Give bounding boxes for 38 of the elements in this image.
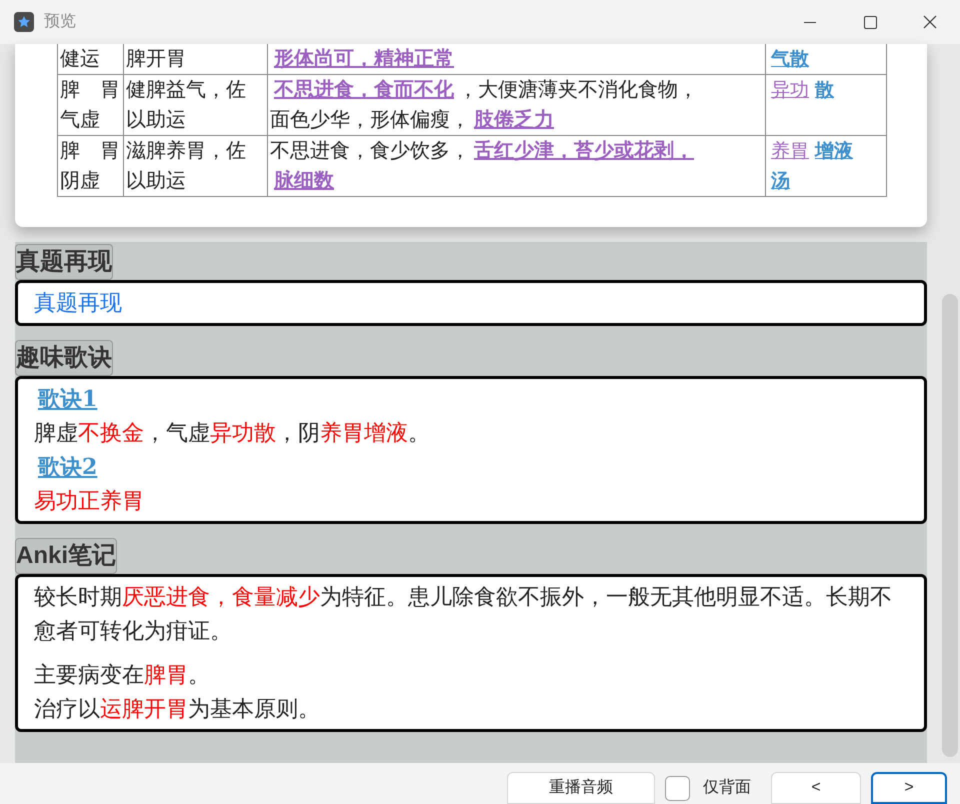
text-line: 主要病变在脾胃。 xyxy=(34,661,211,689)
replay-audio-button[interactable]: 重播音频 xyxy=(507,772,655,804)
text-line: 真题再现 xyxy=(34,289,123,317)
window-title: 预览 xyxy=(44,12,76,32)
table-cell: 健脾益气，佐 以助运 xyxy=(124,74,268,136)
section-title: 真题再现 xyxy=(15,244,113,280)
text-link[interactable]: 歌诀1 xyxy=(38,386,98,412)
nav-button[interactable]: > xyxy=(871,772,947,804)
text-link[interactable]: 歌诀2 xyxy=(38,454,98,480)
table-cell: 滋脾养胃，佐 以助运 xyxy=(124,136,268,196)
checkbox-label: 仅背面 xyxy=(703,778,751,798)
scrollbar[interactable] xyxy=(942,294,958,757)
text-link[interactable]: 散 xyxy=(815,79,834,101)
text-link[interactable]: 不思进食，食而不化 xyxy=(274,79,454,101)
text-link[interactable]: 脉细数 xyxy=(274,170,334,192)
section-title: Anki笔记 xyxy=(15,538,118,574)
text-link[interactable]: 汤 xyxy=(771,170,790,192)
nav-button[interactable]: < xyxy=(771,772,861,804)
table-cell: 健运 xyxy=(58,44,124,74)
text-link[interactable]: 肢倦乏力 xyxy=(474,109,554,131)
table-cell: 不思进食，食少饮多， 舌红少津，苔少或花剥， 脉细数 xyxy=(268,136,766,196)
table-cell: 脾开胃 xyxy=(124,44,268,74)
text-line: 较长时期厌恶进食，食量减少为特征。患儿除食欲不振外，一般无其他明显不适。长期不愈者可转化为疳证。 xyxy=(34,583,893,645)
text-line: 易功正养胃 xyxy=(34,487,145,515)
text-link[interactable]: 养胃 xyxy=(771,140,809,162)
text-line: 治疗以运脾开胃为基本原则。 xyxy=(34,695,321,723)
text-link[interactable]: 增液 xyxy=(815,140,853,162)
table-cell: 脾 胃 气虚 xyxy=(58,74,124,136)
text-link[interactable]: 形体尚可，精神正常 xyxy=(274,48,454,70)
text-link[interactable]: 舌红少津，苔少或花剥， xyxy=(474,140,694,162)
text-line: 脾虚不换金，气虚异功散，阴养胃增液。 xyxy=(34,419,431,447)
table-cell: 不思进食，食而不化 ，大便溏薄夹不消化食物， 面色少华，形体偏瘦， 肢倦乏力 xyxy=(268,74,766,136)
table-cell: 脾 胃 阴虚 xyxy=(58,136,124,196)
checkbox[interactable] xyxy=(665,776,690,800)
text-link[interactable]: 异功 xyxy=(771,79,809,101)
text-link[interactable]: 气散 xyxy=(771,48,809,70)
section-title: 趣味歌诀 xyxy=(15,340,113,376)
app-icon xyxy=(14,12,34,32)
